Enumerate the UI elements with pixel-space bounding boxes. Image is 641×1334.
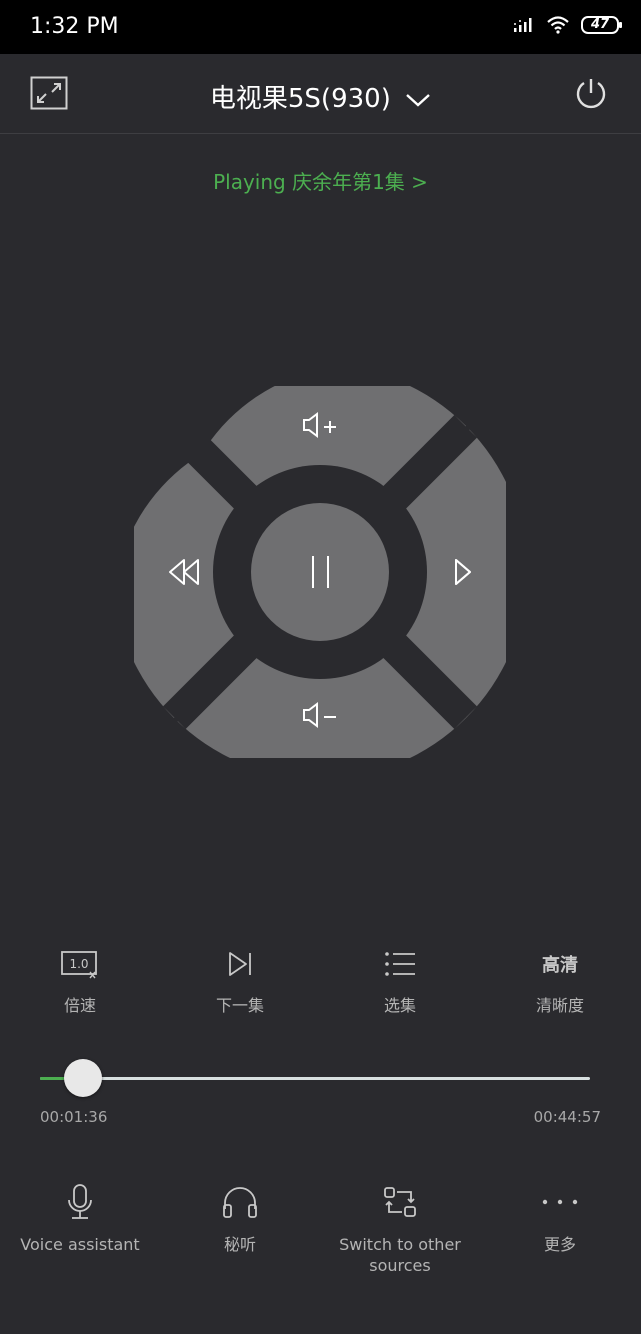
power-button[interactable] — [573, 76, 609, 116]
device-name: 电视果5S(930) — [209, 84, 391, 114]
bottom-actions: Voice assistant 秘听 Switch to other sourc… — [0, 1182, 641, 1292]
more-icon — [542, 1199, 578, 1205]
private-listen-button[interactable]: 秘听 — [155, 1182, 325, 1255]
status-icons: 47 — [513, 16, 622, 34]
next-episode-icon — [229, 952, 251, 976]
voice-assistant-button[interactable]: Voice assistant — [0, 1182, 165, 1255]
next-episode-button[interactable]: 下一集 — [180, 946, 300, 1016]
status-time: 1:32 PM — [30, 14, 119, 39]
header: 电视果5S(930) — [0, 54, 641, 134]
quality-button[interactable]: 高清 清晰度 — [500, 946, 620, 1016]
device-selector[interactable]: 电视果5S(930) — [0, 78, 641, 115]
quality-label: 清晰度 — [535, 996, 584, 1015]
next-episode-label: 下一集 — [215, 996, 264, 1015]
power-icon — [576, 79, 606, 109]
switch-source-label: Switch to other sources — [339, 1235, 461, 1275]
private-listen-label: 秘听 — [223, 1235, 256, 1254]
more-label: 更多 — [543, 1235, 576, 1254]
speed-1x-icon: 1.0 — [61, 951, 97, 979]
speed-icon-text: 1.0 — [69, 957, 88, 971]
progress-thumb[interactable] — [63, 1059, 102, 1097]
total-time: 00:44:57 — [533, 1108, 601, 1126]
headphones-icon — [223, 1187, 257, 1218]
quality-icon: 高清 — [542, 955, 578, 976]
switch-source-button[interactable]: Switch to other sources — [315, 1182, 485, 1276]
speed-label: 倍速 — [63, 996, 96, 1015]
chevron-down-icon — [406, 93, 430, 107]
episode-list-button[interactable]: 选集 — [340, 946, 460, 1016]
battery-indicator: 47 — [581, 16, 622, 34]
wifi-icon — [547, 16, 569, 34]
now-playing-link[interactable]: Playing 庆余年第1集 > — [0, 166, 641, 195]
playback-tools: 1.0 倍速 下一集 选集 高清 清晰度 — [0, 946, 641, 1026]
play-pause-button[interactable] — [251, 503, 389, 641]
remote-dpad — [134, 386, 506, 758]
more-button[interactable]: 更多 — [475, 1182, 641, 1255]
progress-track — [40, 1077, 590, 1080]
voice-assistant-label: Voice assistant — [20, 1235, 140, 1254]
episode-list-label: 选集 — [383, 996, 416, 1015]
episode-list-icon — [385, 952, 415, 976]
status-bar: 1:32 PM 47 — [0, 0, 641, 54]
switch-source-icon — [384, 1187, 416, 1217]
current-time: 00:01:36 — [40, 1108, 108, 1126]
microphone-icon — [68, 1184, 92, 1219]
signal-icon — [514, 18, 532, 32]
progress-slider[interactable] — [40, 1058, 590, 1098]
speed-button[interactable]: 1.0 倍速 — [20, 946, 140, 1016]
